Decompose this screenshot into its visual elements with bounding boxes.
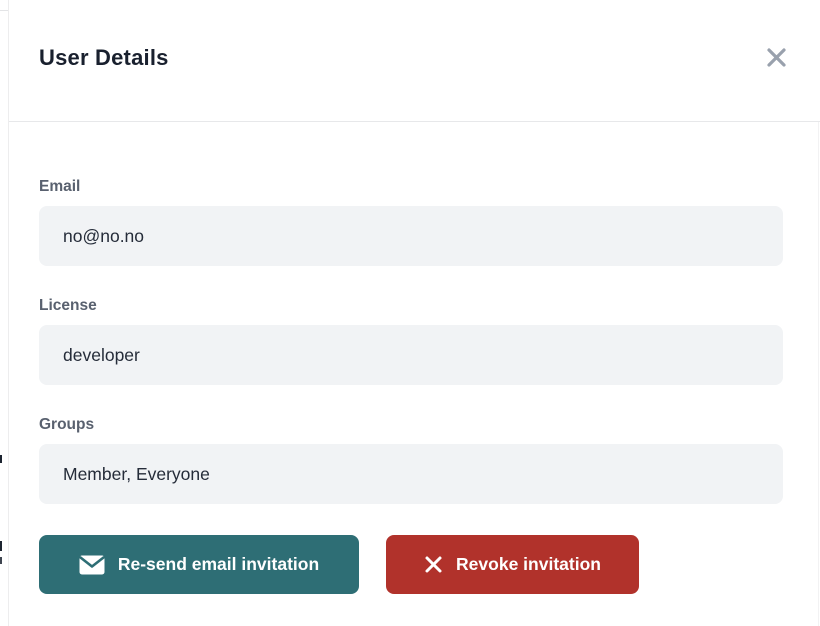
field-group-license: License <box>39 297 790 385</box>
modal-body: Email License Groups Re-send email invit… <box>9 122 820 594</box>
field-group-email: Email <box>39 178 790 266</box>
action-button-row: Re-send email invitation Revoke invitati… <box>39 535 790 594</box>
email-label: Email <box>39 178 790 196</box>
background-page-divider <box>0 10 8 11</box>
user-details-modal: User Details Email License Groups <box>8 0 820 626</box>
close-icon <box>765 46 788 69</box>
x-mark-icon <box>424 555 443 574</box>
revoke-invitation-label: Revoke invitation <box>456 554 601 575</box>
background-page-text-fragment <box>0 541 2 551</box>
modal-header: User Details <box>9 0 820 122</box>
license-label: License <box>39 297 790 315</box>
resend-invitation-button[interactable]: Re-send email invitation <box>39 535 359 594</box>
scroll-track-edge <box>818 122 819 626</box>
groups-field[interactable] <box>39 444 783 504</box>
revoke-invitation-button[interactable]: Revoke invitation <box>386 535 639 594</box>
background-page-text-fragment <box>0 455 2 463</box>
background-page-sliver <box>0 0 8 626</box>
license-field[interactable] <box>39 325 783 385</box>
field-group-groups: Groups <box>39 416 790 504</box>
modal-title: User Details <box>39 45 820 71</box>
envelope-icon <box>79 555 105 575</box>
resend-invitation-label: Re-send email invitation <box>118 554 319 575</box>
groups-label: Groups <box>39 416 790 434</box>
background-page-text-fragment <box>0 557 2 564</box>
close-button[interactable] <box>762 43 790 71</box>
email-field[interactable] <box>39 206 783 266</box>
